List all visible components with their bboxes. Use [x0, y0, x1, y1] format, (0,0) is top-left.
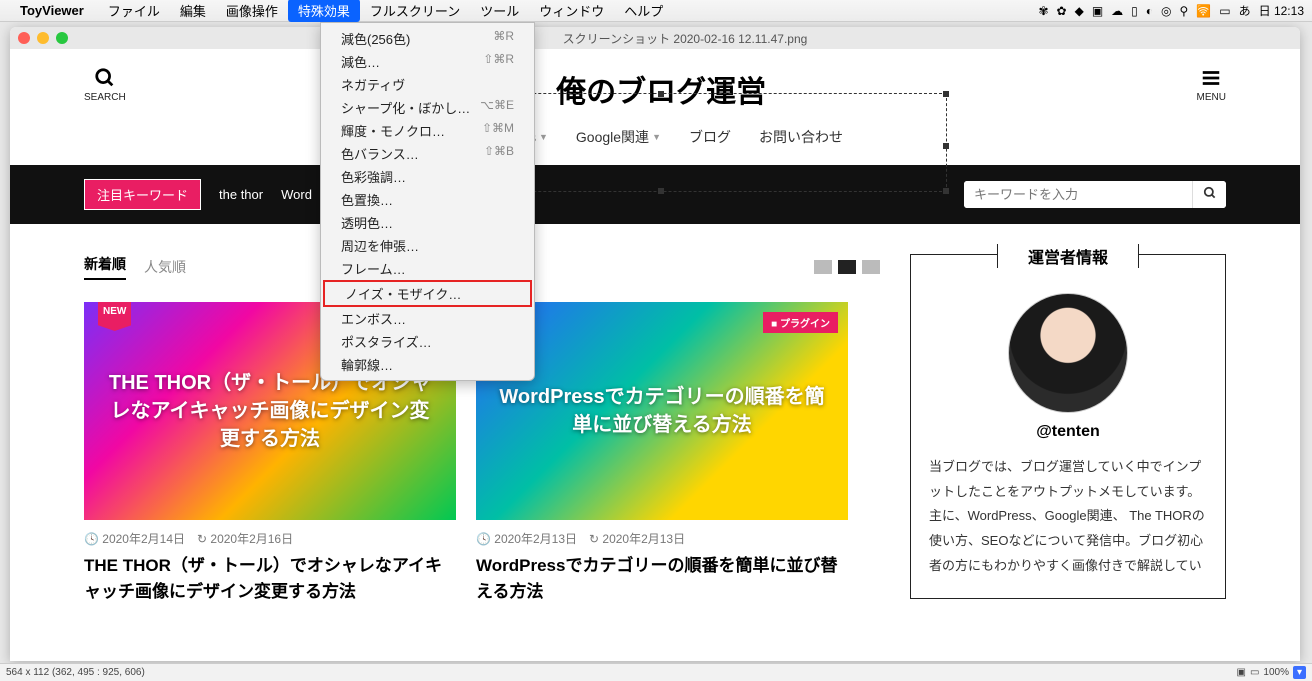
search-icon [94, 67, 116, 89]
author-desc: 当ブログでは、ブログ運営していく中でインプットしたことをアウトプットメモしていま… [929, 455, 1207, 578]
avatar [1008, 293, 1128, 413]
dropbox-icon[interactable]: ◆ [1075, 4, 1084, 18]
evernote-icon[interactable]: ✾ [1038, 4, 1048, 18]
keyword-search [964, 181, 1226, 208]
dd-item-8[interactable]: 透明色… [321, 211, 534, 234]
flag-icon[interactable]: ▯ [1131, 4, 1138, 18]
effects-dropdown: 減色(256色)⌘R 減色…⇧⌘R ネガティヴ シャープ化・ぼかし…⌥⌘E 輝度… [320, 22, 535, 381]
kw-tag-0[interactable]: the thor [219, 187, 263, 202]
dd-item-10[interactable]: フレーム… [321, 257, 534, 280]
thumb-text: WordPressでカテゴリーの順番を簡単に並び替える方法 [476, 383, 848, 439]
search-label: SEARCH [84, 92, 126, 103]
dd-item-0[interactable]: 減色(256色)⌘R [321, 27, 534, 50]
view-list-icon[interactable] [814, 260, 832, 274]
app-name[interactable]: ToyViewer [20, 3, 84, 18]
siri-icon[interactable]: ◎ [1161, 4, 1171, 18]
sort-popular[interactable]: 人気順 [144, 257, 186, 277]
fit-icon[interactable]: ▣ [1236, 667, 1245, 678]
battery-icon[interactable]: ▭ [1219, 4, 1230, 18]
update-icon: ↻ 2020年2月16日 [197, 530, 293, 547]
line-icon[interactable]: ▣ [1092, 4, 1103, 18]
actual-icon[interactable]: ▭ [1250, 667, 1259, 678]
author-name[interactable]: @tenten [929, 423, 1207, 441]
menu-tools[interactable]: ツール [470, 0, 529, 22]
sync-icon[interactable]: ✿ [1057, 4, 1067, 18]
app-window: スクリーンショット 2020-02-16 12.11.47.png SEARCH… [10, 27, 1300, 661]
dd-item-14[interactable]: 輪郭線… [321, 353, 534, 376]
mac-menubar: ToyViewer ファイル 編集 画像操作 特殊効果 フルスクリーン ツール … [0, 0, 1312, 22]
dd-item-7[interactable]: 色置換… [321, 188, 534, 211]
sort-new[interactable]: 新着順 [84, 254, 126, 280]
new-badge: NEW [98, 302, 131, 331]
menu-label: MENU [1197, 92, 1226, 103]
dd-item-3[interactable]: シャープ化・ぼかし…⌥⌘E [321, 96, 534, 119]
dd-item-9[interactable]: 周辺を伸張… [321, 234, 534, 257]
menu-file[interactable]: ファイル [98, 0, 170, 22]
dd-item-5[interactable]: 色バランス…⇧⌘B [321, 142, 534, 165]
menu-image[interactable]: 画像操作 [216, 0, 288, 22]
search-submit[interactable] [1192, 181, 1226, 208]
dd-item-4[interactable]: 輝度・モノクロ…⇧⌘M [321, 119, 534, 142]
kw-tag-1[interactable]: Word [281, 187, 312, 202]
menu-window[interactable]: ウィンドウ [529, 0, 614, 22]
status-coords: 564 x 112 (362, 495 : 925, 606) [6, 667, 145, 678]
clock[interactable]: 日 12:13 [1259, 2, 1304, 19]
window-content: SEARCH 俺のブログ運営 MENU WordPress▼ Google関連▼… [10, 49, 1300, 661]
dd-item-1[interactable]: 減色…⇧⌘R [321, 50, 534, 73]
minimize-icon[interactable] [37, 32, 49, 44]
sidebar-heading: 運営者情報 [997, 244, 1139, 268]
clock-icon: 🕓 2020年2月13日 [476, 530, 577, 547]
bluetooth-icon[interactable]: ⚲ [1180, 4, 1189, 18]
zoom-icon[interactable] [56, 32, 68, 44]
status-icon[interactable]: ◐ [1146, 4, 1153, 18]
clock-icon: 🕓 2020年2月14日 [84, 530, 185, 547]
dd-item-6[interactable]: 色彩強調… [321, 165, 534, 188]
wifi-icon[interactable]: 🛜 [1196, 4, 1211, 18]
thumb-text: THE THOR（ザ・トール）でオシャレなアイキャッチ画像にデザイン変更する方法 [84, 369, 456, 453]
input-icon[interactable]: あ [1239, 2, 1251, 19]
post-meta: 🕓 2020年2月14日 ↻ 2020年2月16日 [84, 520, 456, 553]
dd-item-12[interactable]: エンボス… [321, 307, 534, 330]
menu-effects[interactable]: 特殊効果 [288, 0, 360, 22]
view-compact-icon[interactable] [862, 260, 880, 274]
dd-item-13[interactable]: ポスタライズ… [321, 330, 534, 353]
status-bar: 564 x 112 (362, 495 : 925, 606) ▣ ▭ 100%… [0, 663, 1312, 681]
menu-button[interactable]: MENU [1197, 67, 1226, 103]
menubar-right: ✾ ✿ ◆ ▣ ☁ ▯ ◐ ◎ ⚲ 🛜 ▭ あ 日 12:13 [1038, 2, 1304, 19]
update-icon: ↻ 2020年2月13日 [589, 530, 685, 547]
search-button[interactable]: SEARCH [84, 67, 126, 103]
zoom-dropdown[interactable]: ▾ [1293, 666, 1306, 679]
search-icon [1203, 186, 1217, 200]
search-input[interactable] [964, 181, 1192, 208]
dd-item-2[interactable]: ネガティヴ [321, 73, 534, 96]
menu-fullscreen[interactable]: フルスクリーン [360, 0, 470, 22]
titlebar[interactable]: スクリーンショット 2020-02-16 12.11.47.png [10, 27, 1300, 49]
sidebar-author-box: 運営者情報 @tenten 当ブログでは、ブログ運営していく中でインプットしたこ… [910, 254, 1226, 599]
post-title[interactable]: THE THOR（ザ・トール）でオシャレなアイキャッチ画像にデザイン変更する方法 [84, 553, 456, 604]
menu-edit[interactable]: 編集 [170, 0, 216, 22]
post-meta: 🕓 2020年2月13日 ↻ 2020年2月13日 [476, 520, 848, 553]
view-grid-icon[interactable] [838, 260, 856, 274]
category-badge: ■ プラグイン [763, 312, 838, 333]
close-icon[interactable] [18, 32, 30, 44]
zoom-value: 100% [1263, 667, 1289, 678]
cloud-icon[interactable]: ☁ [1111, 4, 1123, 18]
window-title: スクリーンショット 2020-02-16 12.11.47.png [563, 30, 808, 47]
post-title[interactable]: WordPressでカテゴリーの順番を簡単に並び替える方法 [476, 553, 848, 604]
dd-item-noise-mosaic[interactable]: ノイズ・モザイク… [323, 280, 532, 307]
menu-help[interactable]: ヘルプ [614, 0, 673, 22]
hamburger-icon [1200, 67, 1222, 89]
keyword-label: 注目キーワード [84, 179, 201, 210]
